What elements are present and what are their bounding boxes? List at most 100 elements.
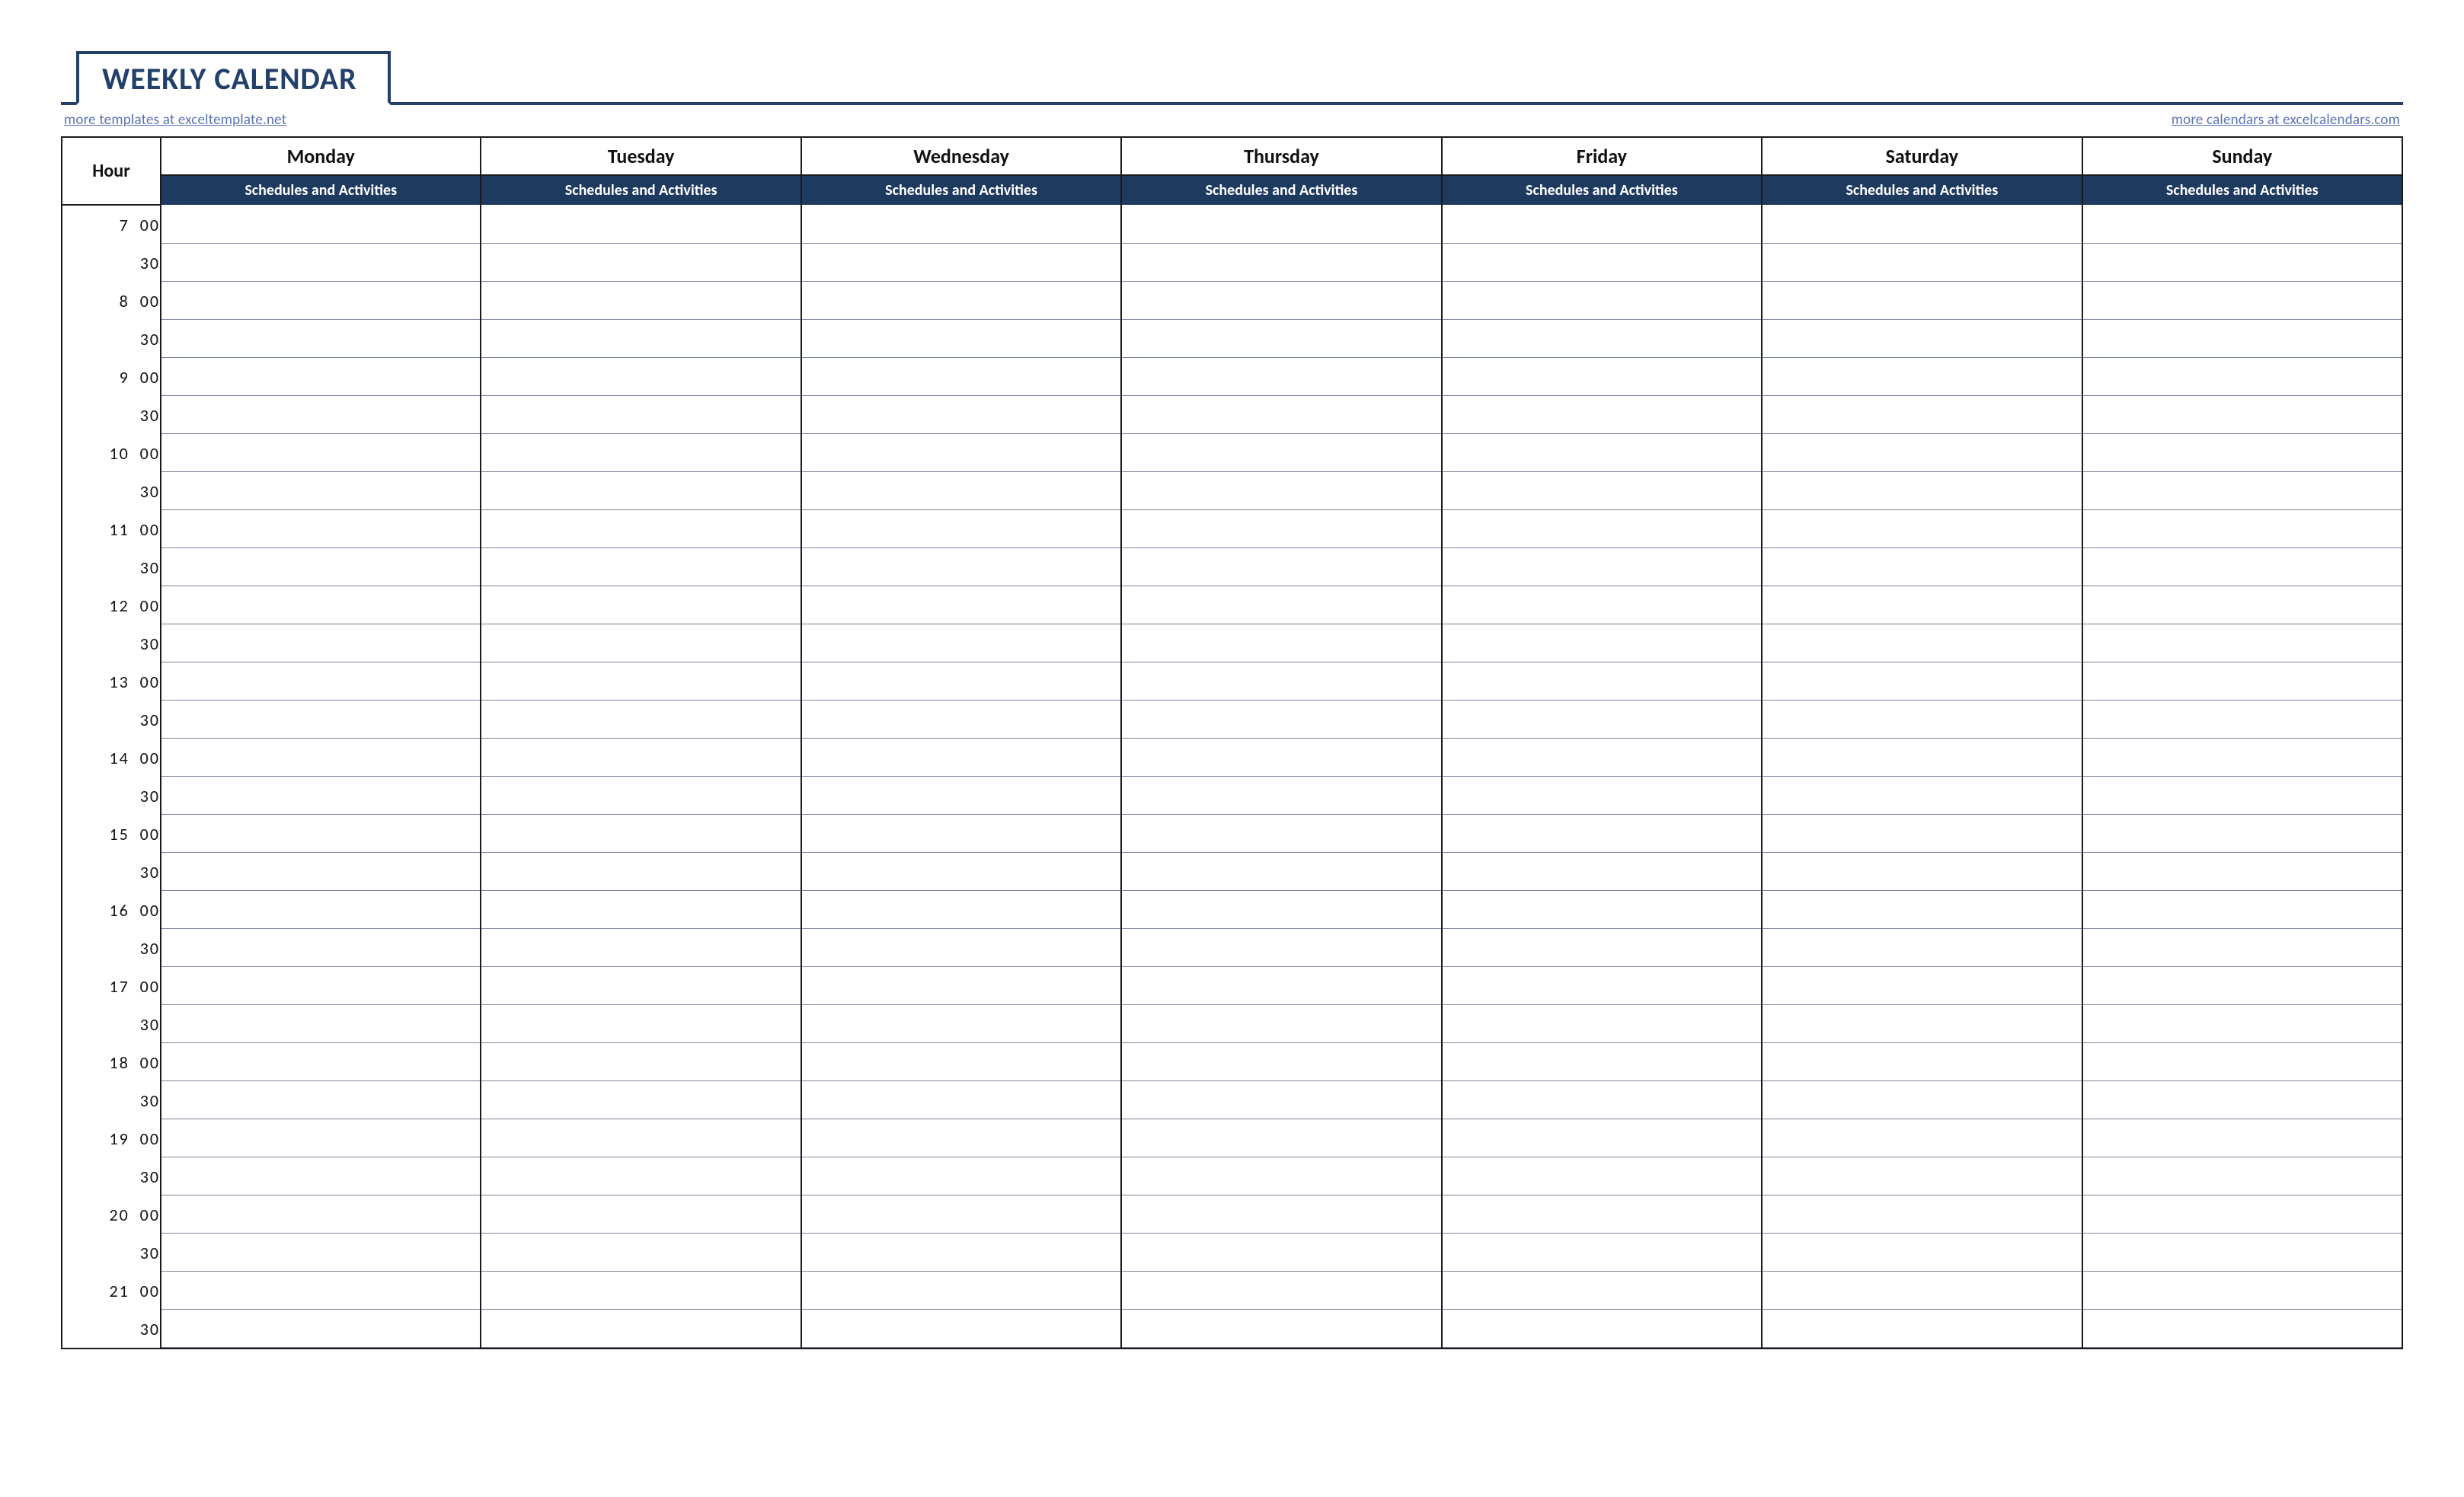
- schedule-cell[interactable]: [801, 510, 1121, 548]
- schedule-cell[interactable]: [1442, 1310, 1762, 1349]
- schedule-cell[interactable]: [1442, 1119, 1762, 1157]
- schedule-cell[interactable]: [1442, 1043, 1762, 1081]
- schedule-cell[interactable]: [1121, 739, 1441, 777]
- schedule-cell[interactable]: [481, 624, 801, 662]
- schedule-cell[interactable]: [161, 358, 481, 396]
- schedule-cell[interactable]: [2082, 624, 2402, 662]
- schedule-cell[interactable]: [161, 1119, 481, 1157]
- schedule-cell[interactable]: [1442, 815, 1762, 853]
- schedule-cell[interactable]: [2082, 1081, 2402, 1119]
- schedule-cell[interactable]: [161, 244, 481, 282]
- schedule-cell[interactable]: [2082, 853, 2402, 891]
- schedule-cell[interactable]: [801, 1043, 1121, 1081]
- schedule-cell[interactable]: [161, 396, 481, 434]
- schedule-cell[interactable]: [481, 1043, 801, 1081]
- schedule-cell[interactable]: [161, 434, 481, 472]
- schedule-cell[interactable]: [801, 662, 1121, 701]
- schedule-cell[interactable]: [1762, 282, 2082, 320]
- schedule-cell[interactable]: [1762, 205, 2082, 244]
- schedule-cell[interactable]: [1121, 358, 1441, 396]
- schedule-cell[interactable]: [1762, 739, 2082, 777]
- schedule-cell[interactable]: [1442, 662, 1762, 701]
- schedule-cell[interactable]: [1762, 1043, 2082, 1081]
- link-calendars[interactable]: more calendars at excelcalendars.com: [2172, 111, 2400, 129]
- schedule-cell[interactable]: [1442, 1234, 1762, 1272]
- schedule-cell[interactable]: [2082, 396, 2402, 434]
- schedule-cell[interactable]: [1762, 472, 2082, 510]
- schedule-cell[interactable]: [1121, 891, 1441, 929]
- schedule-cell[interactable]: [481, 1119, 801, 1157]
- schedule-cell[interactable]: [1121, 282, 1441, 320]
- schedule-cell[interactable]: [1121, 1119, 1441, 1157]
- schedule-cell[interactable]: [1442, 510, 1762, 548]
- schedule-cell[interactable]: [1121, 434, 1441, 472]
- schedule-cell[interactable]: [161, 510, 481, 548]
- schedule-cell[interactable]: [1442, 434, 1762, 472]
- schedule-cell[interactable]: [481, 510, 801, 548]
- schedule-cell[interactable]: [161, 891, 481, 929]
- schedule-cell[interactable]: [1121, 586, 1441, 624]
- schedule-cell[interactable]: [801, 1234, 1121, 1272]
- schedule-cell[interactable]: [161, 777, 481, 815]
- schedule-cell[interactable]: [1762, 1272, 2082, 1310]
- schedule-cell[interactable]: [161, 853, 481, 891]
- schedule-cell[interactable]: [481, 472, 801, 510]
- schedule-cell[interactable]: [1762, 434, 2082, 472]
- schedule-cell[interactable]: [1442, 282, 1762, 320]
- schedule-cell[interactable]: [1121, 815, 1441, 853]
- schedule-cell[interactable]: [1442, 1272, 1762, 1310]
- schedule-cell[interactable]: [801, 282, 1121, 320]
- schedule-cell[interactable]: [801, 472, 1121, 510]
- schedule-cell[interactable]: [2082, 1310, 2402, 1349]
- schedule-cell[interactable]: [801, 320, 1121, 358]
- schedule-cell[interactable]: [481, 1195, 801, 1234]
- schedule-cell[interactable]: [2082, 1157, 2402, 1195]
- schedule-cell[interactable]: [481, 548, 801, 586]
- schedule-cell[interactable]: [801, 1157, 1121, 1195]
- schedule-cell[interactable]: [481, 586, 801, 624]
- schedule-cell[interactable]: [1442, 320, 1762, 358]
- schedule-cell[interactable]: [1762, 1005, 2082, 1043]
- schedule-cell[interactable]: [1442, 967, 1762, 1005]
- schedule-cell[interactable]: [1762, 1310, 2082, 1349]
- schedule-cell[interactable]: [1762, 244, 2082, 282]
- schedule-cell[interactable]: [801, 1119, 1121, 1157]
- schedule-cell[interactable]: [1762, 815, 2082, 853]
- schedule-cell[interactable]: [1121, 510, 1441, 548]
- schedule-cell[interactable]: [801, 548, 1121, 586]
- schedule-cell[interactable]: [1442, 472, 1762, 510]
- schedule-cell[interactable]: [1121, 1195, 1441, 1234]
- schedule-cell[interactable]: [481, 891, 801, 929]
- schedule-cell[interactable]: [481, 1081, 801, 1119]
- schedule-cell[interactable]: [481, 777, 801, 815]
- schedule-cell[interactable]: [1121, 205, 1441, 244]
- schedule-cell[interactable]: [1121, 320, 1441, 358]
- link-templates[interactable]: more templates at exceltemplate.net: [64, 111, 286, 129]
- schedule-cell[interactable]: [1442, 929, 1762, 967]
- schedule-cell[interactable]: [1442, 586, 1762, 624]
- schedule-cell[interactable]: [1762, 1081, 2082, 1119]
- schedule-cell[interactable]: [161, 1272, 481, 1310]
- schedule-cell[interactable]: [161, 205, 481, 244]
- schedule-cell[interactable]: [2082, 1119, 2402, 1157]
- schedule-cell[interactable]: [1121, 624, 1441, 662]
- schedule-cell[interactable]: [2082, 548, 2402, 586]
- schedule-cell[interactable]: [2082, 967, 2402, 1005]
- schedule-cell[interactable]: [481, 1005, 801, 1043]
- schedule-cell[interactable]: [801, 624, 1121, 662]
- schedule-cell[interactable]: [1762, 396, 2082, 434]
- schedule-cell[interactable]: [1762, 1195, 2082, 1234]
- schedule-cell[interactable]: [1442, 891, 1762, 929]
- schedule-cell[interactable]: [1762, 1157, 2082, 1195]
- schedule-cell[interactable]: [161, 967, 481, 1005]
- schedule-cell[interactable]: [161, 815, 481, 853]
- schedule-cell[interactable]: [1442, 358, 1762, 396]
- schedule-cell[interactable]: [801, 815, 1121, 853]
- schedule-cell[interactable]: [161, 1195, 481, 1234]
- schedule-cell[interactable]: [161, 548, 481, 586]
- schedule-cell[interactable]: [481, 205, 801, 244]
- schedule-cell[interactable]: [1442, 244, 1762, 282]
- schedule-cell[interactable]: [1762, 777, 2082, 815]
- schedule-cell[interactable]: [481, 929, 801, 967]
- schedule-cell[interactable]: [481, 1234, 801, 1272]
